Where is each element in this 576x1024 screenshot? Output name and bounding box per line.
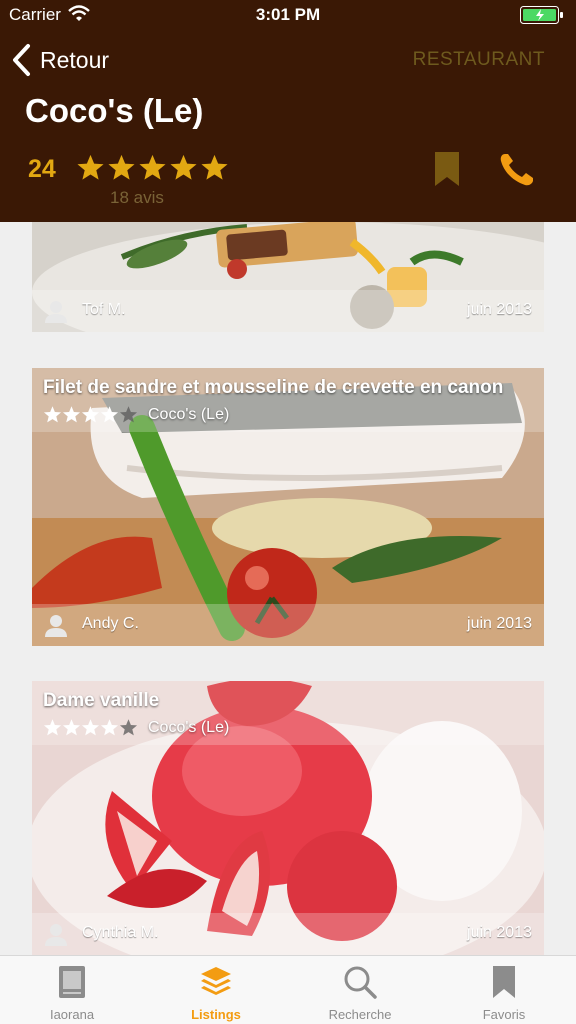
back-button[interactable]: Retour [10, 40, 109, 80]
status-bar: Carrier 3:01 PM [0, 0, 576, 30]
photo-card[interactable]: Tof M. juin 2013 [32, 222, 544, 332]
star-icon [119, 719, 138, 736]
dish-rating-stars [43, 405, 138, 424]
photo-card[interactable]: Dame vanille Coco's (Le) Cynthia M. juin… [32, 681, 544, 955]
layers-icon [201, 967, 231, 995]
reviews-count[interactable]: 18 avis [110, 188, 164, 208]
tab-favoris[interactable]: Favoris [432, 956, 576, 1024]
star-icon [62, 406, 81, 423]
header: Carrier 3:01 PM Retour RESTAURANT Coco's… [0, 0, 576, 222]
card-header: Filet de sandre et mousseline de crevett… [32, 368, 544, 432]
star-icon [81, 719, 100, 736]
photo-card[interactable]: Filet de sandre et mousseline de crevett… [32, 368, 544, 646]
star-icon [100, 719, 119, 736]
card-footer: Andy C. juin 2013 [32, 604, 544, 646]
tab-listings[interactable]: Listings [144, 956, 288, 1024]
dish-restaurant: Coco's (Le) [148, 406, 230, 423]
star-icon [170, 154, 197, 180]
page-title: Coco's (Le) [25, 92, 204, 129]
star-icon [81, 406, 100, 423]
bookmark-button[interactable] [432, 150, 462, 190]
post-date: juin 2013 [467, 301, 532, 318]
phone-icon [500, 154, 533, 186]
user-icon [45, 924, 67, 946]
tab-label: Iaorana [49, 1007, 95, 1022]
tab-label: Recherche [328, 1007, 392, 1022]
dish-restaurant: Coco's (Le) [148, 719, 230, 736]
dish-title[interactable]: Filet de sandre et mousseline de crevett… [43, 377, 503, 399]
star-icon [108, 154, 135, 180]
tab-label: Favoris [482, 1007, 526, 1022]
post-date: juin 2013 [467, 615, 532, 632]
star-icon [43, 719, 62, 736]
star-icon [62, 719, 81, 736]
photo-feed[interactable]: Tof M. juin 2013 Filet de sandre et mous… [0, 222, 576, 955]
author-name[interactable]: Andy C. [82, 615, 139, 633]
section-label: RESTAURANT [412, 49, 545, 70]
rating-score: 24 [28, 155, 56, 183]
card-header: Dame vanille Coco's (Le) [32, 681, 544, 745]
star-icon [201, 154, 228, 180]
rating-stars [76, 153, 229, 182]
chevron-left-icon [13, 44, 30, 76]
battery-icon [520, 6, 563, 24]
phone-button[interactable] [497, 150, 537, 190]
bookmark-icon [435, 152, 459, 186]
newspaper-icon [59, 966, 85, 998]
star-icon [100, 406, 119, 423]
tab-recherche[interactable]: Recherche [288, 956, 432, 1024]
clock: 3:01 PM [255, 5, 321, 24]
back-label: Retour [40, 46, 110, 73]
post-date: juin 2013 [467, 924, 532, 941]
tab-bar: Iaorana Listings Recherche Favoris [0, 955, 576, 1024]
bookmark-icon [493, 966, 515, 998]
dish-rating-stars [43, 718, 138, 737]
search-icon [344, 966, 377, 999]
star-icon [119, 406, 138, 423]
card-footer: Cynthia M. juin 2013 [32, 913, 544, 955]
star-icon [43, 406, 62, 423]
author-name[interactable]: Tof M. [82, 301, 126, 319]
star-icon [77, 154, 104, 180]
user-icon [45, 301, 67, 323]
tab-iaorana[interactable]: Iaorana [0, 956, 144, 1024]
dish-title[interactable]: Dame vanille [43, 690, 159, 712]
user-icon [45, 615, 67, 637]
author-name[interactable]: Cynthia M. [82, 924, 158, 942]
card-footer: Tof M. juin 2013 [32, 290, 544, 332]
tab-label: Listings [191, 1007, 241, 1022]
star-icon [139, 154, 166, 180]
